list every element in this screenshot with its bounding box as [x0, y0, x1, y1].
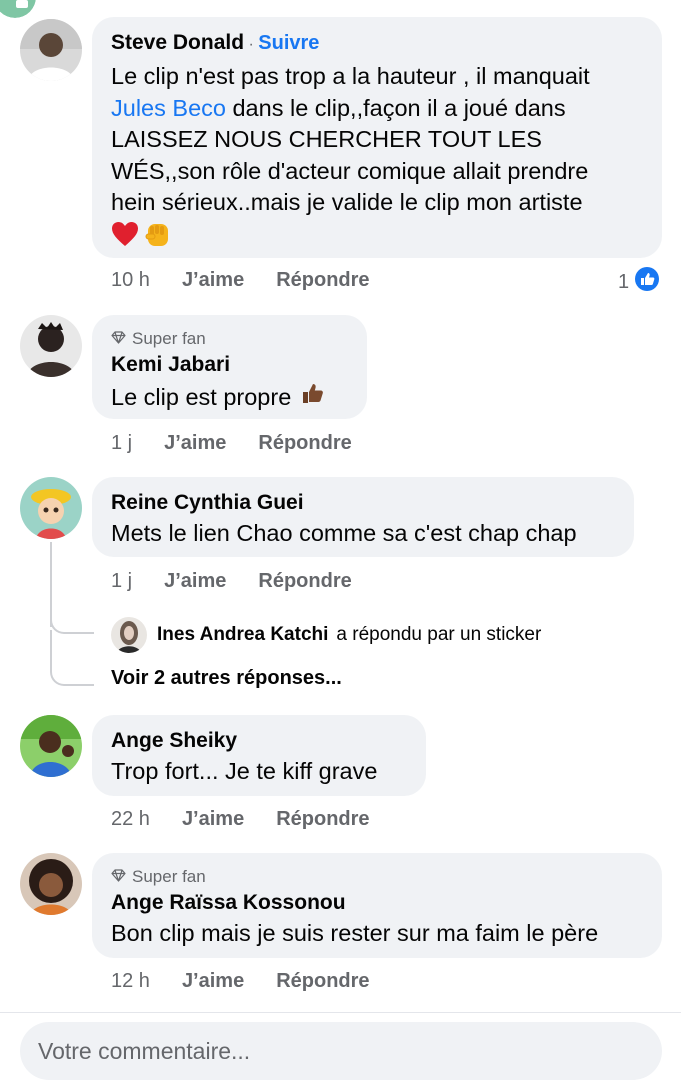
avatar[interactable]	[20, 19, 82, 81]
comment-time[interactable]: 1 j	[111, 570, 132, 593]
reply-author[interactable]: Ines Andrea Katchi	[157, 624, 328, 646]
comment-actions: 12 h J’aime Répondre	[111, 970, 370, 993]
view-more-replies-link[interactable]: Voir 2 autres réponses...	[111, 667, 342, 690]
comment-text: Bon clip mais je suis rester sur ma faim…	[111, 920, 599, 946]
comment-author[interactable]: Ange Sheiky	[111, 728, 237, 754]
comment-time[interactable]: 12 h	[111, 970, 150, 993]
avatar-partial	[0, 0, 36, 18]
reply-button[interactable]: Répondre	[276, 808, 369, 831]
reply-button[interactable]: Répondre	[258, 570, 351, 593]
comment-text: Le clip n'est pas trop a la hauteur , il…	[111, 61, 590, 257]
comment-input[interactable]	[20, 1022, 662, 1080]
comment-bubble: Super fan Kemi Jabari Le clip est propre	[92, 315, 367, 419]
separator-dot: ·	[248, 36, 254, 53]
comment-author[interactable]: Reine Cynthia Guei	[111, 490, 304, 516]
diamond-icon	[111, 328, 126, 350]
comment-actions: 10 h J’aime Répondre	[111, 269, 370, 292]
comment-text: Le clip est propre	[111, 380, 326, 415]
avatar[interactable]	[111, 617, 147, 653]
comment-actions: 1 j J’aime Répondre	[111, 432, 352, 455]
comment-author[interactable]: Kemi Jabari	[111, 352, 230, 378]
comment-author[interactable]: Ange Raïssa Kossonou	[111, 890, 346, 916]
super-fan-badge: Super fan	[111, 328, 206, 350]
comment-bubble: Reine Cynthia Guei Mets le lien Chao com…	[92, 477, 634, 557]
super-fan-badge: Super fan	[111, 866, 206, 888]
comment-actions: 1 j J’aime Répondre	[111, 570, 352, 593]
composer-divider	[0, 1012, 681, 1013]
comment-bubble: Super fan Ange Raïssa Kossonou Bon clip …	[92, 853, 662, 958]
thread-connector	[50, 630, 94, 686]
like-button[interactable]: J’aime	[182, 269, 244, 292]
avatar[interactable]	[20, 315, 82, 377]
diamond-icon	[111, 866, 126, 888]
reaction-count: 1	[618, 270, 630, 293]
reply-preview[interactable]: Ines Andrea Katchi a répondu par un stic…	[111, 617, 541, 653]
red-heart-icon	[111, 221, 139, 258]
like-button[interactable]: J’aime	[182, 970, 244, 993]
comment-time[interactable]: 22 h	[111, 808, 150, 831]
like-button[interactable]: J’aime	[164, 432, 226, 455]
reaction-summary[interactable]: 1	[618, 267, 660, 297]
comment-actions: 22 h J’aime Répondre	[111, 808, 370, 831]
comment-bubble: Steve Donald · Suivre Le clip n'est pas …	[92, 17, 662, 258]
reply-button[interactable]: Répondre	[276, 269, 369, 292]
comment-bubble: Ange Sheiky Trop fort... Je te kiff grav…	[92, 715, 426, 796]
avatar[interactable]	[20, 853, 82, 915]
like-button[interactable]: J’aime	[182, 808, 244, 831]
avatar[interactable]	[20, 477, 82, 539]
reply-button[interactable]: Répondre	[258, 432, 351, 455]
comment-author[interactable]: Steve Donald	[111, 31, 244, 54]
like-icon	[635, 267, 660, 297]
reply-button[interactable]: Répondre	[276, 970, 369, 993]
avatar[interactable]	[20, 715, 82, 777]
reply-summary: a répondu par un sticker	[336, 624, 542, 645]
comment-time[interactable]: 10 h	[111, 269, 150, 292]
follow-button[interactable]: Suivre	[258, 32, 319, 54]
comment-time[interactable]: 1 j	[111, 432, 132, 455]
comment-text: Mets le lien Chao comme sa c'est chap ch…	[111, 520, 577, 546]
like-button[interactable]: J’aime	[164, 570, 226, 593]
comment-text: Trop fort... Je te kiff grave	[111, 758, 378, 784]
thumbs-up-icon	[300, 380, 326, 415]
mention-link[interactable]: Jules Beco	[111, 95, 226, 121]
raised-fist-icon	[143, 221, 173, 258]
